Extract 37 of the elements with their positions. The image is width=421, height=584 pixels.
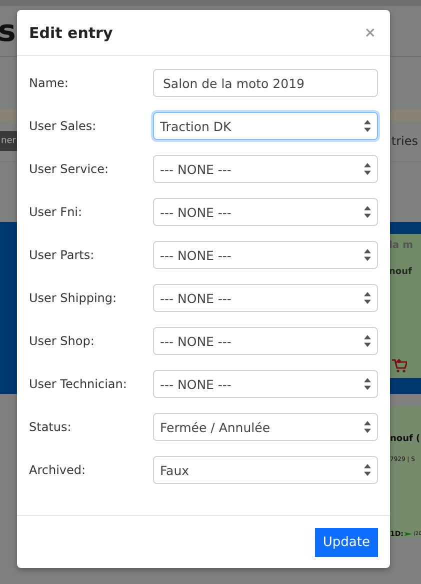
update-button[interactable]: Update xyxy=(314,528,378,556)
select-field[interactable]: --- NONE --- xyxy=(153,370,378,398)
field-label: User Parts: xyxy=(29,248,96,262)
entries-label: tries xyxy=(391,134,418,148)
select-field[interactable]: --- NONE --- xyxy=(153,198,378,226)
select-field[interactable]: Faux xyxy=(153,456,378,484)
sort-arrows-icon xyxy=(364,378,371,390)
field-label: User Service: xyxy=(29,162,110,176)
field-label: User Sales: xyxy=(29,119,98,133)
card-subtitle: nouf xyxy=(389,267,413,277)
field-label: User Shipping: xyxy=(29,291,118,305)
field-label: User Technician: xyxy=(29,377,128,391)
select-field[interactable]: --- NONE --- xyxy=(153,284,378,312)
select-field[interactable]: --- NONE --- xyxy=(153,241,378,269)
card-title: nouf ( xyxy=(390,434,421,444)
select-field[interactable]: --- NONE --- xyxy=(153,327,378,355)
arrow-icon[interactable] xyxy=(404,531,412,537)
toolbar-button[interactable]: ner xyxy=(0,131,17,151)
input-field[interactable]: Salon de la moto 2019 xyxy=(153,69,378,97)
sort-arrows-icon xyxy=(364,120,371,132)
cart-icon[interactable] xyxy=(391,358,407,374)
select-field[interactable]: Fermée / Annulée xyxy=(153,413,378,441)
select-field[interactable]: Traction DK xyxy=(153,112,378,140)
sort-arrows-icon xyxy=(364,421,371,433)
field-label: Archived: xyxy=(29,463,87,477)
sort-arrows-icon xyxy=(364,163,371,175)
field-label: Status: xyxy=(29,420,72,434)
sort-arrows-icon xyxy=(364,249,371,261)
dialog-title: Edit entry xyxy=(29,24,113,42)
sort-arrows-icon xyxy=(364,206,371,218)
sort-arrows-icon xyxy=(364,292,371,304)
sort-arrows-icon xyxy=(364,335,371,347)
field-label: User Shop: xyxy=(29,334,96,348)
field-label: User Fni: xyxy=(29,205,84,219)
field-label: Name: xyxy=(29,76,70,90)
select-field[interactable]: --- NONE --- xyxy=(153,155,378,183)
sort-arrows-icon xyxy=(364,464,371,476)
